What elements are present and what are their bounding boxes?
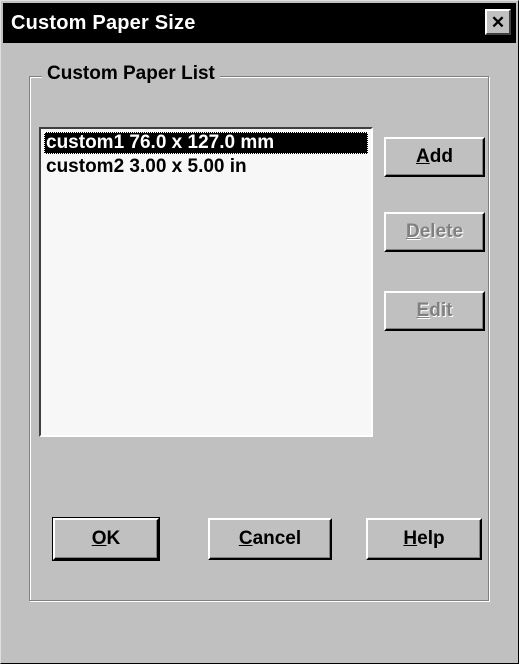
- add-button[interactable]: Add: [384, 137, 485, 177]
- title-bar[interactable]: Custom Paper Size ✕: [3, 3, 516, 43]
- window-title: Custom Paper Size: [11, 12, 196, 34]
- ok-button[interactable]: OK: [52, 517, 160, 561]
- help-button[interactable]: Help: [366, 518, 482, 560]
- custom-paper-listbox[interactable]: custom1 76.0 x 127.0 mm custom2 3.00 x 5…: [39, 127, 373, 437]
- help-button-label: elp: [417, 528, 445, 549]
- ok-button-label: K: [106, 528, 121, 549]
- list-item[interactable]: custom1 76.0 x 127.0 mm: [44, 132, 368, 154]
- add-button-mnemonic: A: [416, 146, 430, 167]
- delete-button[interactable]: Delete: [384, 212, 485, 252]
- help-button-mnemonic: H: [403, 528, 418, 549]
- edit-button-label: dit: [429, 300, 453, 321]
- edit-button[interactable]: Edit: [384, 291, 485, 331]
- edit-button-mnemonic: E: [416, 300, 430, 321]
- delete-button-mnemonic: D: [405, 221, 420, 242]
- cancel-button-label: ancel: [252, 528, 302, 549]
- delete-button-label: elete: [419, 221, 464, 242]
- close-icon: ✕: [490, 12, 506, 32]
- close-button[interactable]: ✕: [485, 9, 511, 35]
- add-button-label: dd: [429, 146, 453, 167]
- group-label: Custom Paper List: [42, 63, 220, 85]
- ok-button-mnemonic: O: [91, 528, 107, 549]
- cancel-button-mnemonic: C: [238, 528, 253, 549]
- list-item[interactable]: custom2 3.00 x 5.00 in: [44, 156, 368, 178]
- cancel-button[interactable]: Cancel: [208, 518, 332, 560]
